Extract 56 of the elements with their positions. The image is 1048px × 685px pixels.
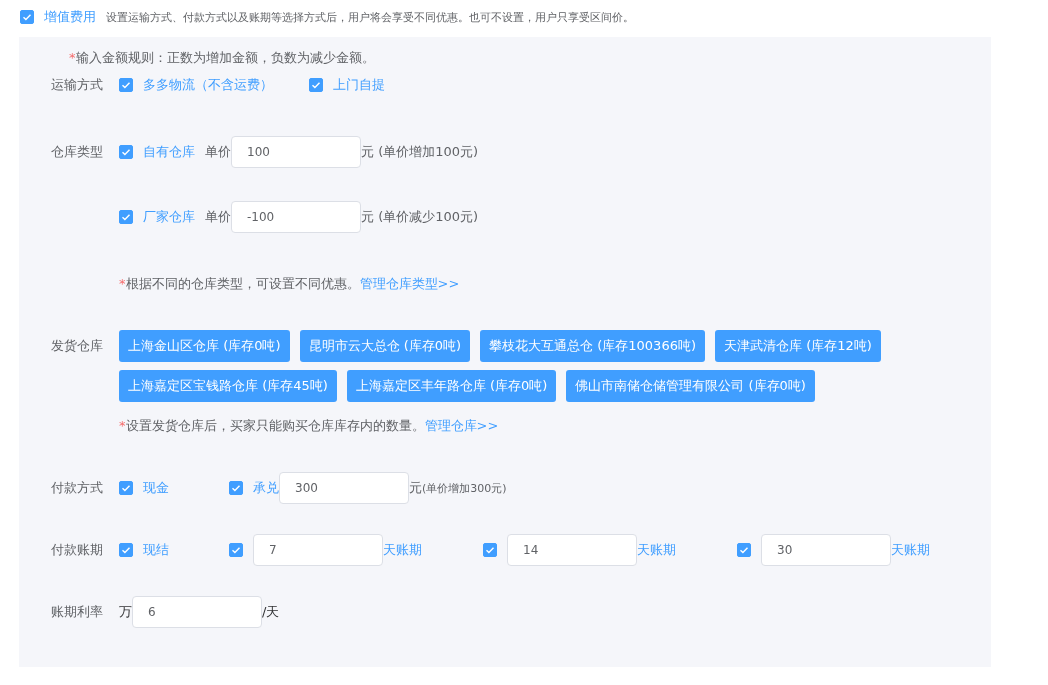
description-text: 设置运输方式、付款方式以及账期等选择方式后，用户将会享受不同优惠。也可不设置，用户只享受区间价。 xyxy=(106,9,634,25)
warehouse-tag[interactable]: 上海嘉定区宝钱路仓库 (库存45吨) xyxy=(119,370,337,402)
unit-text: 元 xyxy=(409,479,422,497)
option-label[interactable]: 厂家仓库 xyxy=(143,208,195,226)
checkbox[interactable] xyxy=(119,210,133,224)
option-label[interactable]: 现金 xyxy=(143,479,169,497)
option-label[interactable]: 承兑 xyxy=(253,479,279,497)
amount-input[interactable]: 300 xyxy=(279,472,409,504)
price-label: 单价 xyxy=(205,143,231,161)
unit-note: (单价增加300元) xyxy=(422,480,507,496)
rate-input[interactable]: 6 xyxy=(132,596,262,628)
days-input[interactable]: 14 xyxy=(507,534,637,566)
checkbox[interactable] xyxy=(119,481,133,495)
days-input[interactable]: 30 xyxy=(761,534,891,566)
option-label[interactable]: 增值费用 xyxy=(44,8,96,26)
price-input[interactable]: -100 xyxy=(231,201,361,233)
checkbox[interactable] xyxy=(119,543,133,557)
checkbox[interactable] xyxy=(483,543,497,557)
price-input[interactable]: 100 xyxy=(231,136,361,168)
warehouse-tag[interactable]: 上海嘉定区丰年路仓库 (库存0吨) xyxy=(346,370,557,402)
checkbox[interactable] xyxy=(229,481,243,495)
option-label[interactable]: 自有仓库 xyxy=(143,143,195,161)
warehouse-tag[interactable]: 攀枝花大互通总仓 (库存100366吨) xyxy=(480,330,705,362)
warehouse-tag[interactable]: 上海金山区仓库 (库存0吨) xyxy=(119,330,290,362)
warehouse-tag[interactable]: 佛山市南储仓储管理有限公司 (库存0吨) xyxy=(566,370,815,402)
field-label: 仓库类型 xyxy=(51,143,104,161)
price-label: 单价 xyxy=(205,208,231,226)
checkbox[interactable] xyxy=(20,10,34,24)
manage-link[interactable]: 管理仓库类型>> xyxy=(359,276,460,291)
unit-note: 元 (单价增加100元) xyxy=(361,143,479,161)
checkbox[interactable] xyxy=(229,543,243,557)
unit-note: 元 (单价减少100元) xyxy=(361,208,479,226)
field-label: 运输方式 xyxy=(51,76,104,94)
checkbox[interactable] xyxy=(119,145,133,159)
prefix-text: 万 xyxy=(119,603,132,621)
field-label: 付款账期 xyxy=(51,541,104,559)
days-input[interactable]: 7 xyxy=(253,534,383,566)
checkbox[interactable] xyxy=(119,78,133,92)
option-label[interactable]: 上门自提 xyxy=(333,76,385,94)
warehouse-tag[interactable]: 昆明市云大总仓 (库存0吨) xyxy=(299,330,471,362)
checkbox[interactable] xyxy=(309,78,323,92)
field-label: 付款方式 xyxy=(51,479,104,497)
checkbox[interactable] xyxy=(737,543,751,557)
field-label: 发货仓库 xyxy=(51,337,104,355)
suffix-text: /天 xyxy=(262,603,280,621)
option-label[interactable]: 多多物流（不含运费） xyxy=(143,76,273,94)
suffix-text: 天账期 xyxy=(383,541,422,559)
rule-note: *输入金额规则：正数为增加金额，负数为减少金额。 xyxy=(68,49,376,67)
warehouse-tag[interactable]: 天津武清仓库 (库存12吨) xyxy=(715,330,881,362)
hint-text: *设置发货仓库后，买家只能购买仓库库存内的数量。管理仓库>> xyxy=(118,417,500,435)
option-label[interactable]: 现结 xyxy=(143,541,169,559)
manage-link[interactable]: 管理仓库>> xyxy=(424,418,499,433)
suffix-text: 天账期 xyxy=(637,541,676,559)
suffix-text: 天账期 xyxy=(891,541,930,559)
hint-text: *根据不同的仓库类型，可设置不同优惠。管理仓库类型>> xyxy=(118,275,461,293)
field-label: 账期利率 xyxy=(51,603,104,621)
